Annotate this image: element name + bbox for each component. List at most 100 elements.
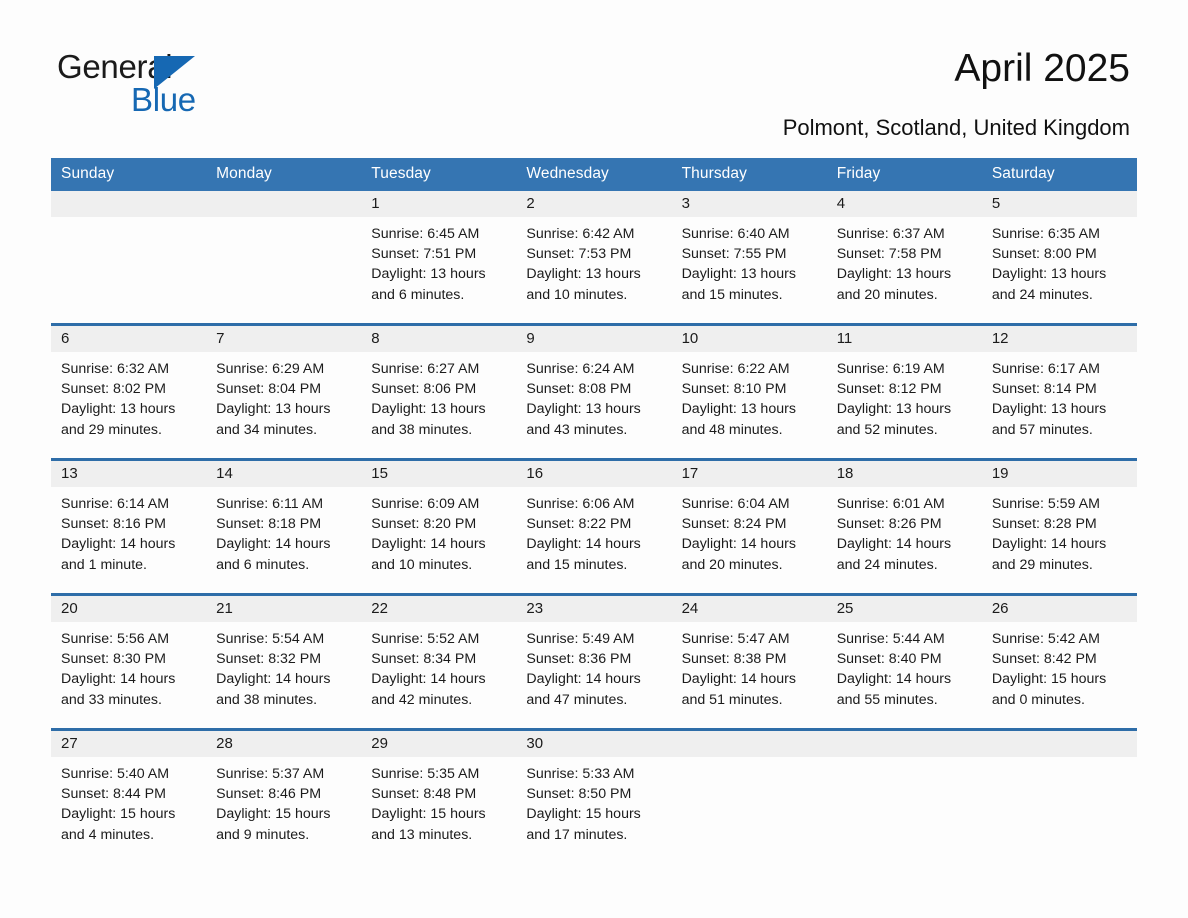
daylight-text-line2: and 6 minutes. bbox=[371, 286, 465, 303]
calendar-day-cell[interactable]: 30 Sunrise: 5:33 AM Sunset: 8:50 PM Dayligh… bbox=[516, 728, 672, 863]
daylight-text-line1: Daylight: 14 hours bbox=[61, 536, 176, 553]
day-cell-inner bbox=[206, 191, 362, 323]
day-number: 27 bbox=[51, 731, 207, 757]
daylight-text-line1: Daylight: 13 hours bbox=[681, 401, 796, 418]
sunrise-text: Sunrise: 5:59 AM bbox=[991, 496, 1100, 512]
calendar-day-cell[interactable]: 7 Sunrise: 6:29 AM Sunset: 8:04 PM Daylight… bbox=[206, 323, 362, 460]
sunset-text: Sunset: 8:26 PM bbox=[836, 516, 942, 533]
sunset-text: Sunset: 8:24 PM bbox=[681, 516, 787, 533]
sunset-text: Sunset: 7:55 PM bbox=[681, 246, 787, 263]
calendar-day-cell[interactable]: 22 Sunrise: 5:52 AM Sunset: 8:34 PM Dayligh… bbox=[361, 593, 517, 730]
day-number: 10 bbox=[671, 326, 827, 352]
weekday-header-tuesday: Tuesday bbox=[361, 158, 517, 191]
daylight-text-line2: and 48 minutes. bbox=[681, 421, 783, 438]
day-number: 5 bbox=[981, 191, 1137, 217]
calendar-day-cell[interactable]: 28 Sunrise: 5:37 AM Sunset: 8:46 PM Dayligh… bbox=[206, 728, 362, 863]
day-cell-inner bbox=[671, 731, 827, 863]
day-details: Sunrise: 5:37 AM Sunset: 8:46 PM Daylight:… bbox=[206, 757, 361, 845]
sunrise-text: Sunrise: 6:14 AM bbox=[61, 496, 170, 512]
calendar-day-cell[interactable]: 6 Sunrise: 6:32 AM Sunset: 8:02 PM Daylight… bbox=[51, 323, 207, 460]
daylight-text-line2: and 55 minutes. bbox=[836, 691, 938, 708]
day-details: Sunrise: 6:32 AM Sunset: 8:02 PM Daylight:… bbox=[51, 352, 206, 440]
calendar-day-cell[interactable]: 19 Sunrise: 5:59 AM Sunset: 8:28 PM Dayligh… bbox=[981, 458, 1137, 595]
daylight-text-line1: Daylight: 13 hours bbox=[371, 401, 486, 418]
sunset-text: Sunset: 8:22 PM bbox=[526, 516, 632, 533]
calendar-day-cell[interactable]: 10 Sunrise: 6:22 AM Sunset: 8:10 PM Dayligh… bbox=[671, 323, 827, 460]
sunset-text: Sunset: 8:16 PM bbox=[61, 516, 166, 533]
daylight-text-line1: Daylight: 13 hours bbox=[836, 266, 952, 283]
weekday-header-saturday: Saturday bbox=[981, 158, 1137, 191]
calendar-week-row: 20 Sunrise: 5:56 AM Sunset: 8:30 PM Dayligh… bbox=[51, 593, 1137, 730]
sunrise-text: Sunrise: 5:44 AM bbox=[836, 631, 945, 647]
daylight-text-line2: and 51 minutes. bbox=[681, 691, 783, 708]
calendar-day-cell[interactable]: 15 Sunrise: 6:09 AM Sunset: 8:20 PM Dayligh… bbox=[361, 458, 517, 595]
sunrise-text: Sunrise: 6:04 AM bbox=[681, 496, 790, 512]
calendar-day-cell[interactable]: 1 Sunrise: 6:45 AM Sunset: 7:51 PM Daylight… bbox=[361, 191, 517, 325]
sunrise-text: Sunrise: 6:35 AM bbox=[991, 226, 1100, 242]
calendar-day-cell[interactable]: 2 Sunrise: 6:42 AM Sunset: 7:53 PM Daylight… bbox=[516, 191, 672, 325]
day-number bbox=[206, 191, 362, 217]
calendar-day-cell[interactable]: 14 Sunrise: 6:11 AM Sunset: 8:18 PM Dayligh… bbox=[206, 458, 362, 595]
day-number: 20 bbox=[51, 596, 207, 622]
daylight-text-line2: and 47 minutes. bbox=[526, 691, 628, 708]
sunrise-text: Sunrise: 6:19 AM bbox=[836, 361, 945, 377]
day-number bbox=[826, 731, 982, 757]
sunset-text: Sunset: 8:34 PM bbox=[371, 651, 477, 668]
daylight-text-line1: Daylight: 13 hours bbox=[991, 401, 1107, 418]
sunset-text: Sunset: 8:48 PM bbox=[371, 786, 477, 803]
sunrise-text: Sunrise: 6:09 AM bbox=[371, 496, 480, 512]
day-cell-inner: 27 Sunrise: 5:40 AM Sunset: 8:44 PM Dayligh… bbox=[51, 731, 207, 863]
day-details: Sunrise: 6:09 AM Sunset: 8:20 PM Daylight:… bbox=[361, 487, 516, 575]
day-cell-inner: 26 Sunrise: 5:42 AM Sunset: 8:42 PM Dayligh… bbox=[981, 596, 1137, 728]
calendar-day-cell[interactable]: 5 Sunrise: 6:35 AM Sunset: 8:00 PM Daylight… bbox=[981, 191, 1137, 325]
sunset-text: Sunset: 8:38 PM bbox=[681, 651, 787, 668]
calendar-week-row: 6 Sunrise: 6:32 AM Sunset: 8:02 PM Daylight… bbox=[51, 323, 1137, 460]
calendar-day-cell[interactable]: 20 Sunrise: 5:56 AM Sunset: 8:30 PM Dayligh… bbox=[51, 593, 207, 730]
calendar-day-cell[interactable]: 21 Sunrise: 5:54 AM Sunset: 8:32 PM Dayligh… bbox=[206, 593, 362, 730]
day-details: Sunrise: 5:47 AM Sunset: 8:38 PM Daylight:… bbox=[672, 622, 827, 710]
sunset-text: Sunset: 7:51 PM bbox=[371, 246, 477, 263]
daylight-text-line1: Daylight: 13 hours bbox=[371, 266, 486, 283]
calendar-day-cell[interactable]: 25 Sunrise: 5:44 AM Sunset: 8:40 PM Dayligh… bbox=[826, 593, 982, 730]
calendar-day-cell[interactable]: 18 Sunrise: 6:01 AM Sunset: 8:26 PM Dayligh… bbox=[826, 458, 982, 595]
sunset-text: Sunset: 8:04 PM bbox=[216, 381, 322, 398]
calendar-day-cell[interactable]: 11 Sunrise: 6:19 AM Sunset: 8:12 PM Dayligh… bbox=[826, 323, 982, 460]
calendar-day-cell[interactable]: 27 Sunrise: 5:40 AM Sunset: 8:44 PM Dayligh… bbox=[51, 728, 207, 863]
day-cell-inner: 30 Sunrise: 5:33 AM Sunset: 8:50 PM Dayligh… bbox=[516, 731, 672, 863]
calendar-day-cell[interactable]: 17 Sunrise: 6:04 AM Sunset: 8:24 PM Dayligh… bbox=[671, 458, 827, 595]
calendar-day-cell[interactable]: 26 Sunrise: 5:42 AM Sunset: 8:42 PM Dayligh… bbox=[981, 593, 1137, 730]
sunrise-text: Sunrise: 6:27 AM bbox=[371, 361, 480, 377]
calendar-day-cell[interactable]: 9 Sunrise: 6:24 AM Sunset: 8:08 PM Daylight… bbox=[516, 323, 672, 460]
calendar-day-cell[interactable]: 12 Sunrise: 6:17 AM Sunset: 8:14 PM Dayligh… bbox=[981, 323, 1137, 460]
calendar-day-cell[interactable]: 8 Sunrise: 6:27 AM Sunset: 8:06 PM Daylight… bbox=[361, 323, 517, 460]
sunset-text: Sunset: 8:18 PM bbox=[216, 516, 322, 533]
calendar-table: Sunday Monday Tuesday Wednesday Thursday… bbox=[51, 158, 1137, 863]
day-cell-inner: 19 Sunrise: 5:59 AM Sunset: 8:28 PM Dayligh… bbox=[981, 461, 1137, 593]
day-details: Sunrise: 6:11 AM Sunset: 8:18 PM Daylight:… bbox=[206, 487, 361, 575]
calendar-day-cell[interactable]: 4 Sunrise: 6:37 AM Sunset: 7:58 PM Daylight… bbox=[826, 191, 982, 325]
day-cell-inner: 2 Sunrise: 6:42 AM Sunset: 7:53 PM Daylight… bbox=[516, 191, 672, 323]
daylight-text-line2: and 4 minutes. bbox=[61, 826, 155, 843]
calendar-day-cell[interactable]: 29 Sunrise: 5:35 AM Sunset: 8:48 PM Dayligh… bbox=[361, 728, 517, 863]
calendar-week-row: 1 Sunrise: 6:45 AM Sunset: 7:51 PM Daylight… bbox=[51, 191, 1137, 325]
page-subtitle-location: Polmont, Scotland, United Kingdom bbox=[782, 115, 1130, 140]
day-number: 29 bbox=[361, 731, 517, 757]
day-details: Sunrise: 6:42 AM Sunset: 7:53 PM Daylight:… bbox=[516, 217, 671, 305]
calendar-day-cell[interactable]: 23 Sunrise: 5:49 AM Sunset: 8:36 PM Dayligh… bbox=[516, 593, 672, 730]
day-cell-inner: 9 Sunrise: 6:24 AM Sunset: 8:08 PM Daylight… bbox=[516, 326, 672, 458]
day-number: 1 bbox=[361, 191, 517, 217]
calendar-day-cell[interactable]: 13 Sunrise: 6:14 AM Sunset: 8:16 PM Dayligh… bbox=[51, 458, 207, 595]
sunrise-text: Sunrise: 6:24 AM bbox=[526, 361, 635, 377]
day-number: 26 bbox=[981, 596, 1137, 622]
day-cell-inner: 14 Sunrise: 6:11 AM Sunset: 8:18 PM Dayligh… bbox=[206, 461, 362, 593]
daylight-text-line1: Daylight: 14 hours bbox=[836, 536, 952, 553]
day-cell-inner: 15 Sunrise: 6:09 AM Sunset: 8:20 PM Dayligh… bbox=[361, 461, 517, 593]
calendar-day-cell[interactable]: 24 Sunrise: 5:47 AM Sunset: 8:38 PM Dayligh… bbox=[671, 593, 827, 730]
calendar-day-cell[interactable]: 3 Sunrise: 6:40 AM Sunset: 7:55 PM Daylight… bbox=[671, 191, 827, 325]
general-blue-logo[interactable]: General Blue bbox=[57, 50, 377, 120]
day-details: Sunrise: 5:54 AM Sunset: 8:32 PM Daylight:… bbox=[206, 622, 361, 710]
sunset-text: Sunset: 8:32 PM bbox=[216, 651, 322, 668]
day-details: Sunrise: 6:22 AM Sunset: 8:10 PM Daylight:… bbox=[672, 352, 827, 440]
day-number: 25 bbox=[826, 596, 982, 622]
calendar-day-cell[interactable]: 16 Sunrise: 6:06 AM Sunset: 8:22 PM Dayligh… bbox=[516, 458, 672, 595]
